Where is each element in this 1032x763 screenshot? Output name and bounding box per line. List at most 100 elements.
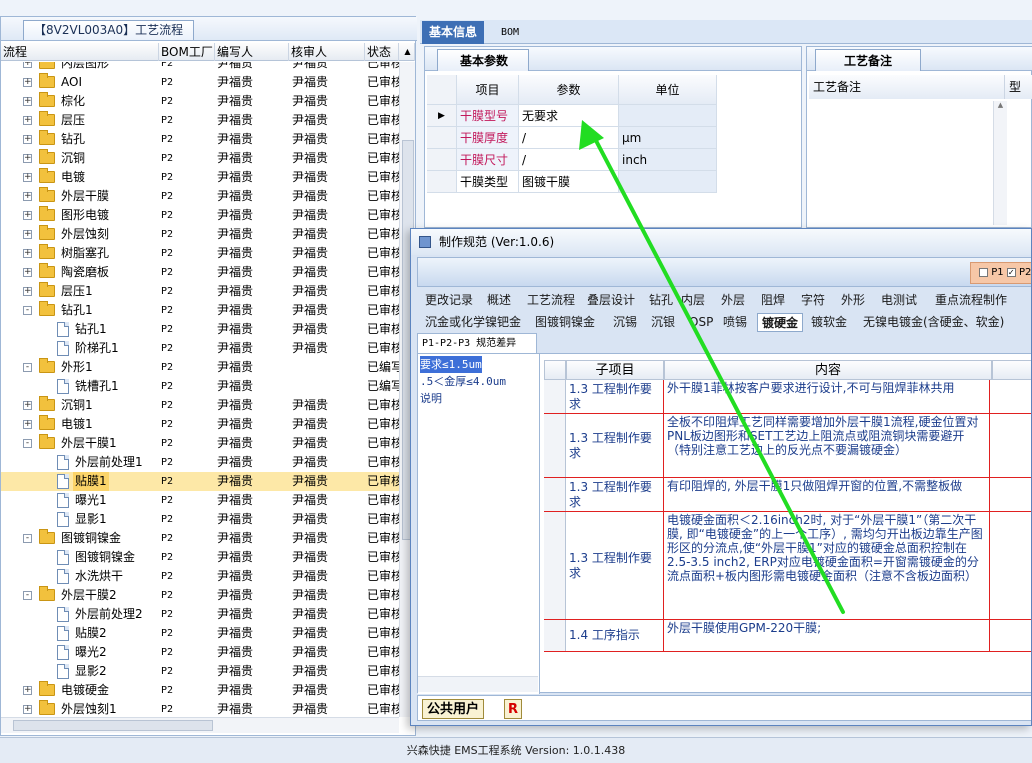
tab-tab_row1-6[interactable]: 外层 xyxy=(717,291,749,310)
dialog-title-bar[interactable]: 制作规范 (Ver:1.0.6) xyxy=(411,229,1031,255)
tab-tab_row2-8[interactable]: 无镍电镀金(含硬金、软金) xyxy=(859,313,1008,332)
grid-col-content[interactable]: 内容 xyxy=(664,360,992,380)
tree-row[interactable]: - 外层干膜1 P2 尹福贵 尹福贵 已审核 xyxy=(1,434,399,453)
tree-row[interactable]: + 电镀 P2 尹福贵 尹福贵 已审核 xyxy=(1,168,399,187)
expand-toggle-icon[interactable]: - xyxy=(23,591,32,600)
tree-row[interactable]: - 图镀铜镍金 P2 尹福贵 尹福贵 已审核 xyxy=(1,529,399,548)
checkbox-p2[interactable]: ✓ xyxy=(1006,267,1016,277)
col-header-writer[interactable]: 编写人 xyxy=(215,43,289,61)
expand-toggle-icon[interactable]: + xyxy=(23,78,32,87)
tree-row[interactable]: + 钻孔 P2 尹福贵 尹福贵 已审核 xyxy=(1,130,399,149)
tree-row[interactable]: + 棕化 P2 尹福贵 尹福贵 已审核 xyxy=(1,92,399,111)
grid-col-subitem[interactable]: 子项目 xyxy=(566,360,664,380)
expand-toggle-icon[interactable]: + xyxy=(23,116,32,125)
grid-col-extra[interactable] xyxy=(992,360,1031,380)
expand-toggle-icon[interactable]: + xyxy=(23,420,32,429)
tab-tab_row2-3[interactable]: 沉银 xyxy=(647,313,679,332)
tree-row[interactable]: + 沉铜1 P2 尹福贵 尹福贵 已审核 xyxy=(1,396,399,415)
tree-row[interactable]: 贴膜2 P2 尹福贵 尹福贵 已审核 xyxy=(1,624,399,643)
tree-row[interactable]: + 外层蚀刻1 P2 尹福贵 尹福贵 已审核 xyxy=(1,700,399,717)
tab-tab_row2-1[interactable]: 图镀铜镍金 xyxy=(531,313,599,332)
tree-row[interactable]: + 层压 P2 尹福贵 尹福贵 已审核 xyxy=(1,111,399,130)
col-header-reviewer[interactable]: 核审人 xyxy=(289,43,365,61)
param-value[interactable]: 无要求 xyxy=(519,105,619,127)
tab-tab_row2-0[interactable]: 沉金或化学镍钯金 xyxy=(421,313,525,332)
grid-row[interactable]: 1.4 工序指示 外层干膜使用GPM-220干膜; xyxy=(544,620,1031,652)
param-value[interactable]: / xyxy=(519,149,619,171)
col-header-status[interactable]: 状态 xyxy=(365,43,399,61)
expand-toggle-icon[interactable]: + xyxy=(23,173,32,182)
tree-row[interactable]: + 电镀1 P2 尹福贵 尹福贵 已审核 xyxy=(1,415,399,434)
grid-content[interactable]: 外干膜1菲林按客户要求进行设计,不可与阻焊菲林共用 xyxy=(664,380,990,413)
expand-toggle-icon[interactable]: + xyxy=(23,97,32,106)
tab-basic-info[interactable]: 基本信息 xyxy=(422,21,485,44)
expand-toggle-icon[interactable]: - xyxy=(23,439,32,448)
tree-row[interactable]: 阶梯孔1 P2 尹福贵 尹福贵 已审核 xyxy=(1,339,399,358)
expand-toggle-icon[interactable]: + xyxy=(23,154,32,163)
tree-row[interactable]: 贴膜1 P2 尹福贵 尹福贵 已审核 xyxy=(1,472,399,491)
expand-toggle-icon[interactable]: + xyxy=(23,268,32,277)
notes-col-header[interactable]: 工艺备注 xyxy=(809,75,1005,99)
params-row[interactable]: 干膜类型 图镀干膜 xyxy=(427,171,717,193)
tab-process-flow[interactable]: 【8V2VL003A0】工艺流程 xyxy=(23,20,195,40)
tree-row[interactable]: 钻孔1 P2 尹福贵 尹福贵 已审核 xyxy=(1,320,399,339)
tab-tab_row1-0[interactable]: 更改记录 xyxy=(421,291,477,310)
grid-row[interactable]: 1.3 工程制作要求 有印阻焊的, 外层干膜1只做阻焊开窗的位置,不需整板做 xyxy=(544,478,1031,512)
checkbox-p1[interactable] xyxy=(979,267,988,277)
tree-row[interactable]: 曝光1 P2 尹福贵 尹福贵 已审核 xyxy=(1,491,399,510)
params-row[interactable]: ▶ 干膜型号 无要求 xyxy=(427,105,717,127)
tab-tab_row1-9[interactable]: 外形 xyxy=(837,291,869,310)
tree-row[interactable]: 显影2 P2 尹福贵 尹福贵 已审核 xyxy=(1,662,399,681)
expand-toggle-icon[interactable]: + xyxy=(23,211,32,220)
tab-tab_row1-11[interactable]: 重点流程制作 xyxy=(931,291,1011,310)
tab-tab_row2-2[interactable]: 沉锡 xyxy=(609,313,641,332)
tree-row[interactable]: + 沉铜 P2 尹福贵 尹福贵 已审核 xyxy=(1,149,399,168)
params-title[interactable]: 基本参数 xyxy=(437,49,530,71)
grid-content[interactable]: 外层干膜使用GPM-220干膜; xyxy=(664,620,990,651)
tree-row[interactable]: + 外层蚀刻 P2 尹福贵 尹福贵 已审核 xyxy=(1,225,399,244)
col-header-bom[interactable]: BOM工厂 xyxy=(159,43,215,61)
tab-tab_row2-5[interactable]: 喷锡 xyxy=(719,313,751,332)
tree-row[interactable]: + 外层干膜 P2 尹福贵 尹福贵 已审核 xyxy=(1,187,399,206)
tab-tab_row1-4[interactable]: 钻孔 xyxy=(645,291,677,310)
params-row[interactable]: 干膜厚度 / μm xyxy=(427,127,717,149)
grid-content[interactable]: 电镀硬金面积＜2.16inch2时, 对于“外层干膜1”（第二次干膜, 即“电镀… xyxy=(664,512,990,619)
tab-tab_row1-2[interactable]: 工艺流程 xyxy=(523,291,579,310)
expand-toggle-icon[interactable]: - xyxy=(23,306,32,315)
grid-content[interactable]: 全板不印阻焊工艺同样需要增加外层干膜1流程,硬金位置对PNL板边图形和SET工艺… xyxy=(664,414,990,477)
tree-row[interactable]: 图镀铜镍金 P2 尹福贵 尹福贵 已审核 xyxy=(1,548,399,567)
tab-tab_row1-7[interactable]: 阻焊 xyxy=(757,291,789,310)
tab-tab_row1-5[interactable]: 内层 xyxy=(677,291,709,310)
tree-row[interactable]: + 层压1 P2 尹福贵 尹福贵 已审核 xyxy=(1,282,399,301)
expand-toggle-icon[interactable]: + xyxy=(23,192,32,201)
notes-title[interactable]: 工艺备注 xyxy=(815,49,922,71)
spec-list-item[interactable]: 说明 xyxy=(420,390,442,407)
tree-row[interactable]: 显影1 P2 尹福贵 尹福贵 已审核 xyxy=(1,510,399,529)
grid-row[interactable]: 1.3 工程制作要求 电镀硬金面积＜2.16inch2时, 对于“外层干膜1”（第… xyxy=(544,512,1031,620)
tab-tab_row1-1[interactable]: 概述 xyxy=(483,291,515,310)
expand-toggle-icon[interactable]: + xyxy=(23,249,32,258)
list-horizontal-scrollbar[interactable] xyxy=(418,676,538,692)
expand-toggle-icon[interactable]: + xyxy=(23,230,32,239)
tab-tab_row1-8[interactable]: 字符 xyxy=(797,291,829,310)
tab-tab_row2-7[interactable]: 镀软金 xyxy=(807,313,851,332)
notes-scrollbar[interactable]: ▲ xyxy=(993,101,1007,225)
grid-row[interactable]: 1.3 工程制作要求 外干膜1菲林按客户要求进行设计,不可与阻焊菲林共用 xyxy=(544,380,1031,414)
tree-row[interactable]: + 图形电镀 P2 尹福贵 尹福贵 已审核 xyxy=(1,206,399,225)
col-header-flow[interactable]: 流程 xyxy=(1,43,159,61)
tree-row[interactable]: - 钻孔1 P2 尹福贵 尹福贵 已审核 xyxy=(1,301,399,320)
expand-toggle-icon[interactable]: + xyxy=(23,135,32,144)
expand-toggle-icon[interactable]: + xyxy=(23,686,32,695)
tree-row[interactable]: 外层前处理2 P2 尹福贵 尹福贵 已审核 xyxy=(1,605,399,624)
tree-row[interactable]: 外层前处理1 P2 尹福贵 尹福贵 已审核 xyxy=(1,453,399,472)
tab-tab_row1-10[interactable]: 电测试 xyxy=(877,291,921,310)
expand-toggle-icon[interactable]: + xyxy=(23,401,32,410)
tree-row[interactable]: + 内层图形 P2 尹福贵 尹福贵 已审核 xyxy=(1,62,399,73)
params-col-value[interactable]: 参数 xyxy=(519,75,619,105)
sub-tab-spec-diff[interactable]: P1-P2-P3 规范差异 xyxy=(417,333,537,353)
grid-row[interactable]: 1.3 工程制作要求 全板不印阻焊工艺同样需要增加外层干膜1流程,硬金位置对PNL… xyxy=(544,414,1031,478)
grid-content[interactable]: 有印阻焊的, 外层干膜1只做阻焊开窗的位置,不需整板做 xyxy=(664,478,990,511)
expand-toggle-icon[interactable]: + xyxy=(23,705,32,714)
params-row[interactable]: 干膜尺寸 / inch xyxy=(427,149,717,171)
param-value[interactable]: / xyxy=(519,127,619,149)
